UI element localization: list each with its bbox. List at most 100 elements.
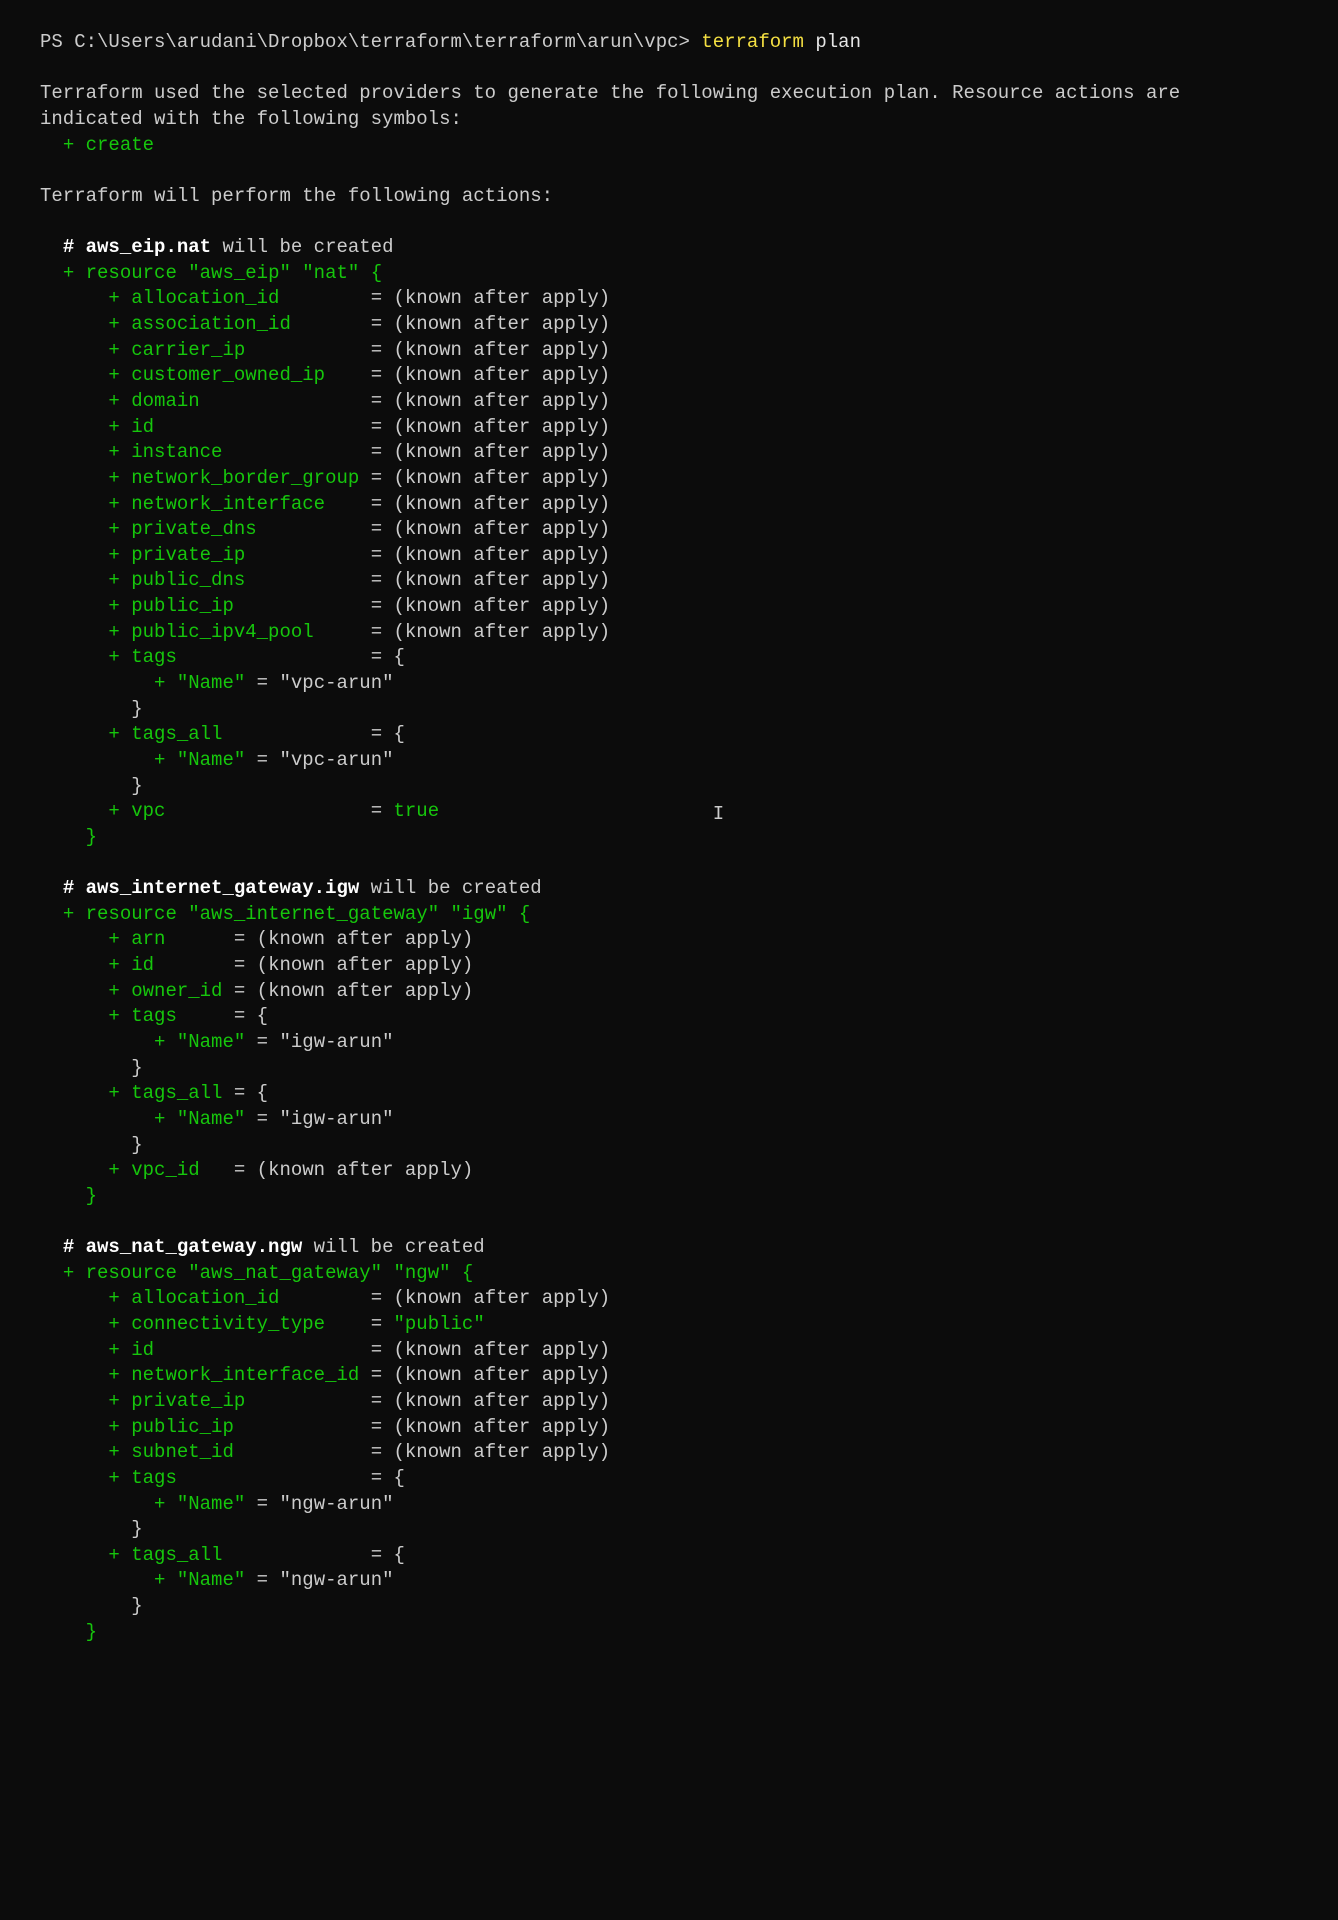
equals-icon: = bbox=[371, 1364, 382, 1386]
resource-type: "aws_nat_gateway" bbox=[188, 1262, 382, 1284]
attr-name: private_ip bbox=[131, 1390, 359, 1412]
resource-keyword: resource bbox=[86, 1262, 177, 1284]
attr-name: network_interface_id bbox=[131, 1364, 359, 1386]
text-cursor-icon: I bbox=[713, 802, 724, 828]
equals-icon: = bbox=[371, 441, 382, 463]
plus-icon: + bbox=[108, 544, 119, 566]
equals-icon: = bbox=[257, 1108, 268, 1130]
equals-icon: = bbox=[371, 595, 382, 617]
resource-name-ngw: aws_nat_gateway.ngw bbox=[86, 1236, 303, 1258]
tag-value: "vpc-arun" bbox=[279, 749, 393, 771]
known-after-apply: (known after apply) bbox=[394, 1339, 611, 1361]
plus-icon: + bbox=[108, 493, 119, 515]
tag-value: "ngw-arun" bbox=[279, 1569, 393, 1591]
plus-icon: + bbox=[108, 1544, 119, 1566]
open-brace: { bbox=[519, 903, 530, 925]
equals-icon: = bbox=[257, 1569, 268, 1591]
known-after-apply: (known after apply) bbox=[394, 416, 611, 438]
attr-name: public_ip bbox=[131, 595, 359, 617]
equals-icon: = bbox=[371, 646, 382, 668]
attr-name: tags_all bbox=[131, 723, 359, 745]
command-arg[interactable]: plan bbox=[815, 31, 861, 53]
plus-icon: + bbox=[108, 1390, 119, 1412]
attr-name: vpc bbox=[131, 800, 359, 822]
attr-name: tags bbox=[131, 1005, 222, 1027]
plus-icon: + bbox=[154, 672, 165, 694]
plus-icon: + bbox=[63, 903, 74, 925]
attr-name: network_interface bbox=[131, 493, 359, 515]
plus-icon: + bbox=[108, 954, 119, 976]
known-after-apply: (known after apply) bbox=[394, 1416, 611, 1438]
attr-name: customer_owned_ip bbox=[131, 364, 359, 386]
resource-type: "aws_eip" bbox=[188, 262, 291, 284]
attr-name: tags_all bbox=[131, 1544, 359, 1566]
tag-key: "Name" bbox=[177, 749, 245, 771]
known-after-apply: (known after apply) bbox=[257, 980, 474, 1002]
attr-name: association_id bbox=[131, 313, 359, 335]
plus-icon: + bbox=[108, 723, 119, 745]
attr-value-true: true bbox=[394, 800, 440, 822]
close-brace: } bbox=[86, 1621, 97, 1643]
close-brace: } bbox=[131, 1134, 142, 1156]
attr-name: id bbox=[131, 1339, 359, 1361]
close-brace: } bbox=[86, 1185, 97, 1207]
close-brace: } bbox=[86, 826, 97, 848]
plus-icon: + bbox=[154, 749, 165, 771]
attr-name: instance bbox=[131, 441, 359, 463]
plus-icon: + bbox=[108, 339, 119, 361]
resource-keyword: resource bbox=[86, 262, 177, 284]
plus-icon: + bbox=[108, 416, 119, 438]
plus-icon: + bbox=[154, 1493, 165, 1515]
attr-name: public_dns bbox=[131, 569, 359, 591]
known-after-apply: (known after apply) bbox=[394, 390, 611, 412]
will-be-created: will be created bbox=[359, 877, 541, 899]
plus-icon: + bbox=[108, 441, 119, 463]
attr-name: tags bbox=[131, 646, 359, 668]
known-after-apply: (known after apply) bbox=[394, 518, 611, 540]
plus-icon: + bbox=[108, 390, 119, 412]
equals-icon: = bbox=[371, 287, 382, 309]
tag-value: "vpc-arun" bbox=[279, 672, 393, 694]
known-after-apply: (known after apply) bbox=[394, 544, 611, 566]
equals-icon: = bbox=[371, 493, 382, 515]
command-main[interactable]: terraform bbox=[701, 31, 804, 53]
equals-icon: = bbox=[371, 467, 382, 489]
equals-icon: = bbox=[371, 1390, 382, 1412]
hash-icon: # bbox=[63, 236, 86, 258]
attr-name: public_ip bbox=[131, 1416, 359, 1438]
plus-icon: + bbox=[108, 595, 119, 617]
plus-icon: + bbox=[108, 364, 119, 386]
prompt-path: C:\Users\arudani\Dropbox\terraform\terra… bbox=[74, 31, 690, 53]
known-after-apply: (known after apply) bbox=[257, 1159, 474, 1181]
known-after-apply: (known after apply) bbox=[394, 1390, 611, 1412]
equals-icon: = bbox=[371, 1287, 382, 1309]
equals-icon: = bbox=[371, 723, 382, 745]
plus-icon: + bbox=[108, 313, 119, 335]
attr-name: domain bbox=[131, 390, 359, 412]
intro-line1: Terraform used the selected providers to… bbox=[40, 82, 1180, 104]
equals-icon: = bbox=[371, 569, 382, 591]
equals-icon: = bbox=[257, 1031, 268, 1053]
attr-name: owner_id bbox=[131, 980, 222, 1002]
open-brace: { bbox=[371, 262, 382, 284]
plus-icon: + bbox=[108, 1441, 119, 1463]
plus-icon: + bbox=[63, 262, 74, 284]
equals-icon: = bbox=[234, 1082, 245, 1104]
attr-name: private_dns bbox=[131, 518, 359, 540]
resource-id: "ngw" bbox=[394, 1262, 451, 1284]
attr-name: carrier_ip bbox=[131, 339, 359, 361]
open-brace: { bbox=[394, 646, 405, 668]
close-brace: } bbox=[131, 1595, 142, 1617]
known-after-apply: (known after apply) bbox=[394, 287, 611, 309]
plus-icon: + bbox=[63, 1262, 74, 1284]
equals-icon: = bbox=[371, 313, 382, 335]
equals-icon: = bbox=[234, 954, 245, 976]
equals-icon: = bbox=[371, 518, 382, 540]
equals-icon: = bbox=[371, 1441, 382, 1463]
equals-icon: = bbox=[257, 1493, 268, 1515]
open-brace: { bbox=[394, 1467, 405, 1489]
attr-name: tags_all bbox=[131, 1082, 222, 1104]
resource-id: "nat" bbox=[302, 262, 359, 284]
open-brace: { bbox=[462, 1262, 473, 1284]
plus-icon: + bbox=[108, 980, 119, 1002]
